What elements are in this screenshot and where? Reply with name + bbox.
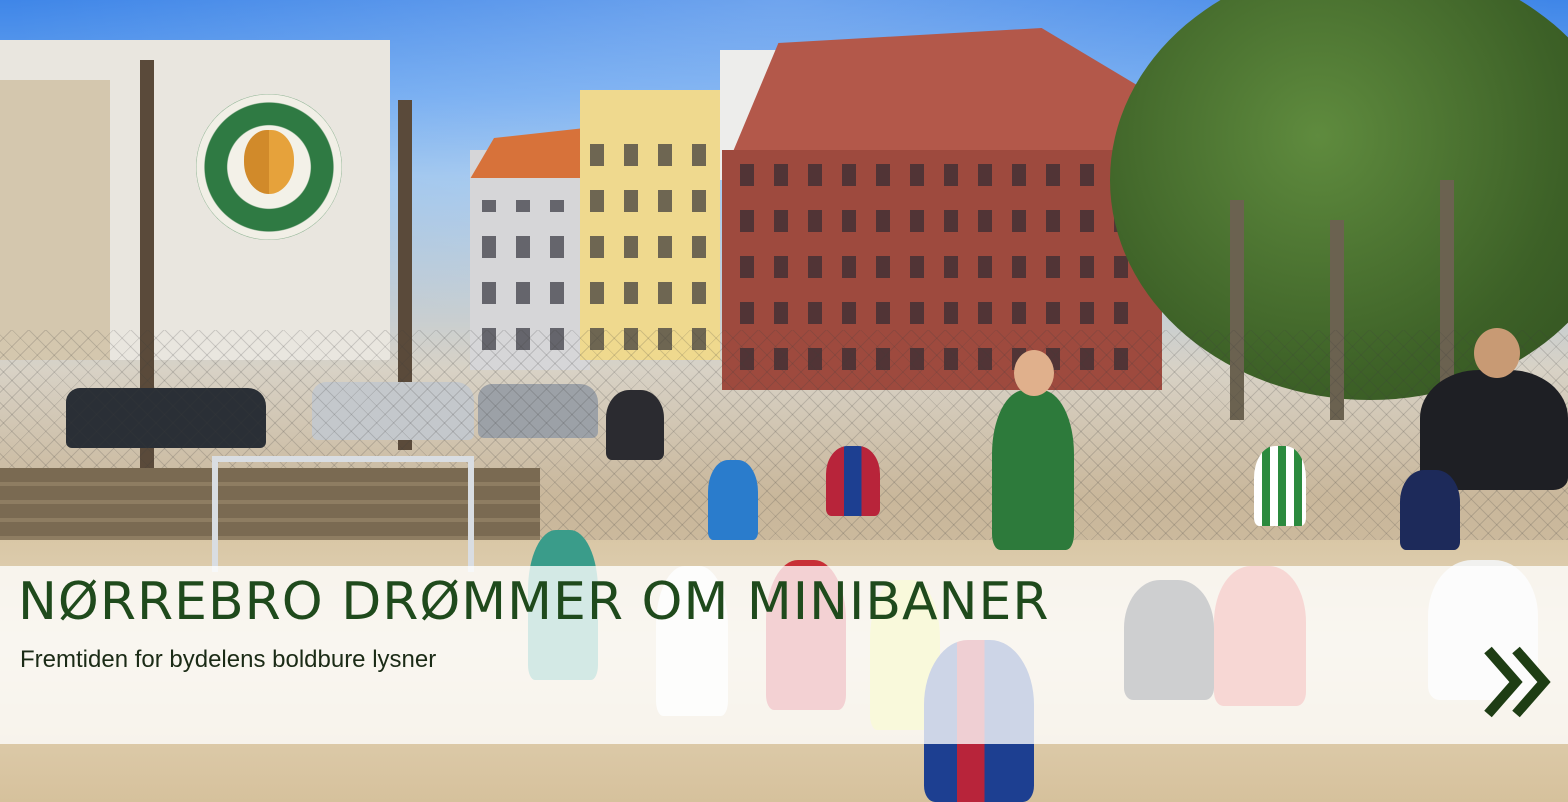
coach-green xyxy=(992,390,1074,550)
hero-slide[interactable]: NØRREBRO DRØMMER OM MINIBANER Fremtiden … xyxy=(0,0,1568,802)
child-blue-real xyxy=(1400,470,1460,550)
slide-title[interactable]: NØRREBRO DRØMMER OM MINIBANER xyxy=(18,572,1049,632)
mini-goal xyxy=(212,456,474,572)
child-barca-shirt xyxy=(826,446,880,516)
child-striped-shirt xyxy=(1254,446,1306,526)
gray-building-windows xyxy=(482,200,578,350)
tiger-face-icon xyxy=(244,130,294,194)
coach-green-head xyxy=(1014,350,1054,396)
slide-subtitle: Fremtiden for bydelens boldbure lysner xyxy=(20,646,437,673)
left-tower xyxy=(0,80,110,360)
next-slide-button[interactable] xyxy=(1474,640,1558,724)
adult-dark-coat xyxy=(606,390,664,460)
coach-black-head xyxy=(1474,328,1520,378)
norrebro-united-mural-logo xyxy=(196,94,342,240)
double-chevron-right-icon xyxy=(1484,646,1551,718)
child-blue-shirt xyxy=(708,460,758,540)
yellow-building-windows xyxy=(590,120,710,350)
